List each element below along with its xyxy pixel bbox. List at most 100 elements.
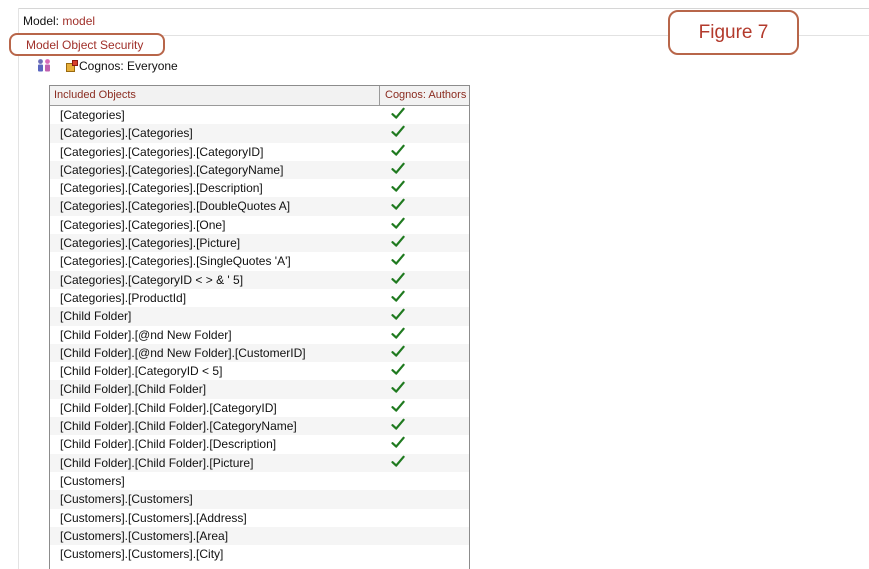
authors-permission-cell[interactable] xyxy=(380,216,469,234)
included-object-cell: [Categories].[Categories].[DoubleQuotes … xyxy=(60,199,291,214)
authors-permission-cell[interactable] xyxy=(380,289,469,307)
checkmark-icon xyxy=(391,180,405,192)
included-object-cell: [Customers].[Customers] xyxy=(60,492,193,507)
authors-permission-cell[interactable] xyxy=(380,179,469,197)
included-object-cell: [Categories].[Categories].[One] xyxy=(60,217,226,232)
included-object-cell: [Customers] xyxy=(60,473,125,488)
checkmark-icon xyxy=(391,382,405,394)
authors-permission-cell[interactable] xyxy=(380,124,469,142)
table-row[interactable]: [Child Folder].[Child Folder].[Picture] xyxy=(50,453,469,472)
table-row[interactable]: [Customers].[Customers] xyxy=(50,490,469,509)
table-row[interactable]: [Customers].[Customers].[Address] xyxy=(50,509,469,527)
authors-permission-cell[interactable] xyxy=(380,161,469,179)
included-object-cell: [Categories].[Categories].[Description] xyxy=(60,181,263,196)
checkmark-icon xyxy=(391,400,405,412)
table-row[interactable]: [Categories].[Categories].[SingleQuotes … xyxy=(50,252,469,270)
table-row[interactable]: [Categories].[Categories].[One] xyxy=(50,216,469,234)
security-group-name: Cognos: Everyone xyxy=(79,59,178,73)
table-row[interactable]: [Customers].[Customers].[City] xyxy=(50,545,469,563)
authors-permission-cell[interactable] xyxy=(380,417,469,435)
authors-permission-cell[interactable] xyxy=(380,362,469,380)
table-row[interactable]: [Categories].[Categories].[DoubleQuotes … xyxy=(50,197,469,216)
security-object-icon xyxy=(66,60,78,72)
authors-permission-cell[interactable] xyxy=(380,527,469,545)
checkmark-icon xyxy=(391,272,405,284)
checkmark-icon xyxy=(391,162,405,174)
included-object-cell: [Child Folder].[@nd New Folder] xyxy=(60,327,232,342)
checkmark-icon xyxy=(391,455,405,467)
table-row[interactable]: [Categories].[Categories].[CategoryName] xyxy=(50,160,469,180)
section-title: Model Object Security xyxy=(9,33,166,56)
authors-permission-cell[interactable] xyxy=(380,344,469,362)
table-row[interactable]: [Child Folder].[Child Folder] xyxy=(50,380,469,399)
checkmark-icon xyxy=(391,418,405,430)
table-row[interactable]: [Customers].[Customers].[Area] xyxy=(50,526,469,546)
table-row[interactable]: [Child Folder].[@nd New Folder] xyxy=(50,326,469,344)
table-row[interactable]: [Categories].[Categories] xyxy=(50,124,469,143)
checkmark-icon xyxy=(391,363,405,375)
table-row[interactable]: [Child Folder].[Child Folder].[CategoryI… xyxy=(50,399,469,417)
grid-header: Included Objects Cognos: Authors xyxy=(50,86,469,106)
security-group-item[interactable]: Cognos: Everyone xyxy=(66,59,178,73)
included-object-cell: [Child Folder].[Child Folder].[Picture] xyxy=(60,455,254,470)
included-object-cell: [Child Folder].[Child Folder].[Descripti… xyxy=(60,437,277,452)
authors-permission-cell[interactable] xyxy=(380,106,469,124)
checkmark-icon xyxy=(391,308,405,320)
included-object-cell: [Categories].[Categories].[CategoryID] xyxy=(60,144,264,159)
included-object-cell: [Child Folder].[Child Folder].[CategoryN… xyxy=(60,419,297,434)
included-object-cell: [Child Folder] xyxy=(60,309,132,324)
checkmark-icon xyxy=(391,327,405,339)
column-header-included-objects[interactable]: Included Objects xyxy=(50,86,380,105)
table-row[interactable]: [Categories].[ProductId] xyxy=(50,289,469,307)
grid-body: [Categories] [Categories].[Categories] [Ca… xyxy=(50,106,469,563)
authors-permission-cell[interactable] xyxy=(380,271,469,289)
authors-permission-cell[interactable] xyxy=(380,307,469,325)
model-label: Model: xyxy=(23,14,60,28)
figure-callout: Figure 7 xyxy=(668,10,799,55)
authors-permission-cell[interactable] xyxy=(380,197,469,215)
included-object-cell: [Categories].[Categories].[CategoryName] xyxy=(60,162,284,177)
included-object-cell: [Child Folder].[CategoryID < 5] xyxy=(60,364,223,379)
authors-permission-cell[interactable] xyxy=(380,399,469,417)
model-line: Model: model xyxy=(23,14,95,28)
table-row[interactable]: [Child Folder].[CategoryID < 5] xyxy=(50,362,469,380)
checkmark-icon xyxy=(391,345,405,357)
checkmark-icon xyxy=(391,254,405,266)
checkmark-icon xyxy=(391,217,405,229)
included-object-cell: [Child Folder].[@nd New Folder].[Custome… xyxy=(60,345,306,360)
included-object-cell: [Categories].[Categories] xyxy=(60,126,193,141)
table-row[interactable]: [Categories].[CategoryID < > & ' 5] xyxy=(50,270,469,289)
authors-permission-cell[interactable] xyxy=(380,435,469,453)
included-object-cell: [Customers].[Customers].[City] xyxy=(60,547,224,562)
authors-permission-cell[interactable] xyxy=(380,472,469,490)
table-row[interactable]: [Categories] xyxy=(50,106,469,124)
table-row[interactable]: [Child Folder].[Child Folder].[Descripti… xyxy=(50,435,469,453)
included-object-cell: [Categories].[Categories].[Picture] xyxy=(60,236,241,251)
included-object-cell: [Categories].[CategoryID < > & ' 5] xyxy=(60,272,244,287)
authors-permission-cell[interactable] xyxy=(380,545,469,563)
authors-permission-cell[interactable] xyxy=(380,490,469,508)
model-value[interactable]: model xyxy=(62,14,95,28)
authors-permission-cell[interactable] xyxy=(380,454,469,472)
included-object-cell: [Categories].[Categories].[SingleQuotes … xyxy=(60,254,291,269)
authors-permission-cell[interactable] xyxy=(380,143,469,161)
table-row[interactable]: [Customers] xyxy=(50,472,469,490)
included-object-cell: [Child Folder].[Child Folder] xyxy=(60,382,207,397)
authors-permission-cell[interactable] xyxy=(380,326,469,344)
authors-permission-cell[interactable] xyxy=(380,380,469,398)
checkmark-icon xyxy=(391,107,405,119)
table-row[interactable]: [Child Folder].[@nd New Folder].[Custome… xyxy=(50,343,469,363)
table-row[interactable]: [Categories].[Categories].[Description] xyxy=(50,179,469,197)
table-row[interactable]: [Child Folder].[Child Folder].[CategoryN… xyxy=(50,417,469,436)
checkmark-icon xyxy=(391,144,405,156)
authors-permission-cell[interactable] xyxy=(380,252,469,270)
checkmark-icon xyxy=(391,437,405,449)
table-row[interactable]: [Categories].[Categories].[Picture] xyxy=(50,234,469,253)
authors-permission-cell[interactable] xyxy=(380,509,469,527)
table-row[interactable]: [Child Folder] xyxy=(50,307,469,326)
top-divider xyxy=(18,8,869,9)
table-row[interactable]: [Categories].[Categories].[CategoryID] xyxy=(50,143,469,161)
authors-permission-cell[interactable] xyxy=(380,234,469,252)
column-header-cognos-authors[interactable]: Cognos: Authors xyxy=(380,86,469,105)
checkmark-icon xyxy=(391,199,405,211)
